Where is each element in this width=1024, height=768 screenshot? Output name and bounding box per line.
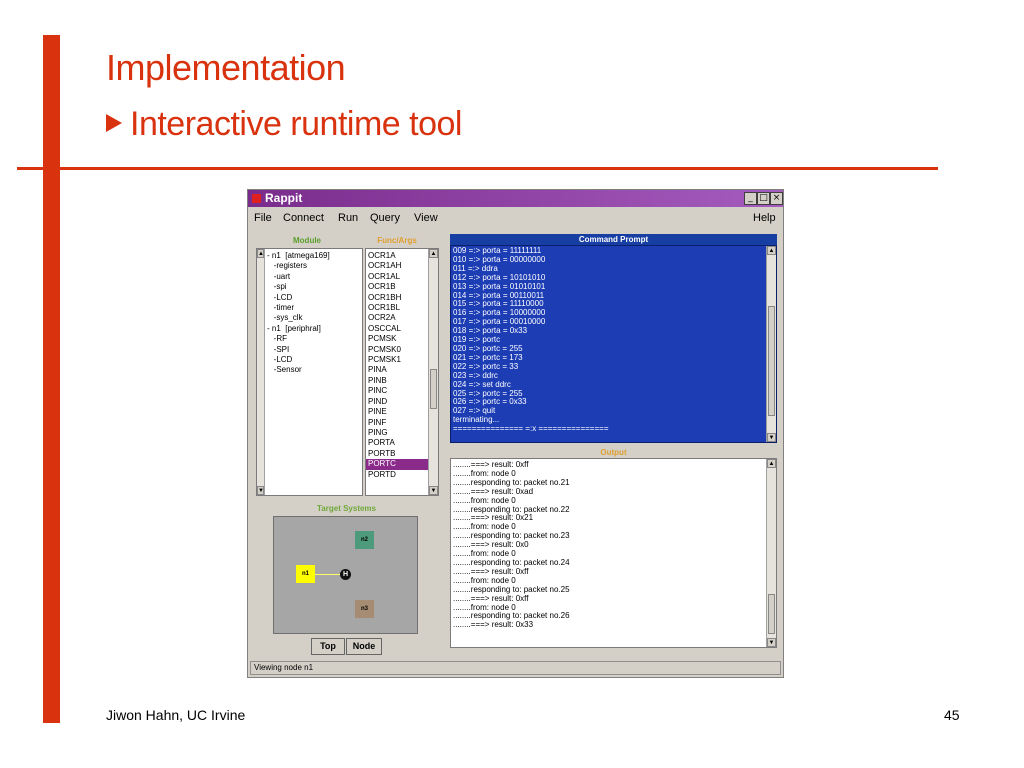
rappit-window: Rappit _ □ × File Connect Run Query View… <box>247 189 784 678</box>
output-scrollbar[interactable]: ▲ ▼ <box>766 459 776 647</box>
command-prompt-console[interactable]: 009 =:> porta = 11111111 010 =:> porta = … <box>450 245 777 443</box>
module-item[interactable]: -LCD <box>267 355 330 365</box>
window-title: Rappit <box>265 191 303 205</box>
output-line: ........===> result: 0x33 <box>453 620 534 630</box>
module-item[interactable]: -registers <box>267 261 330 271</box>
func-item[interactable]: PCMSK <box>366 334 429 344</box>
module-item[interactable]: - n1 [periphral] <box>267 324 330 334</box>
close-icon[interactable]: × <box>770 192 783 205</box>
func-item-selected[interactable]: PORTC <box>366 459 429 470</box>
menu-query[interactable]: Query <box>370 212 400 224</box>
slide-subtitle: Interactive runtime tool <box>106 104 462 144</box>
func-item[interactable]: PCMSK0 <box>366 345 429 355</box>
scroll-up-icon[interactable]: ▲ <box>767 246 776 255</box>
module-label: Module <box>293 236 321 245</box>
output-label: Output <box>600 448 627 457</box>
func-scrollbar[interactable]: ▲ ▼ <box>428 249 438 495</box>
slide-title: Implementation <box>106 47 346 88</box>
hub-node[interactable]: H <box>340 569 351 580</box>
func-item[interactable]: OCR1AH <box>366 261 429 271</box>
module-item[interactable]: -SPI <box>267 345 330 355</box>
window-titlebar[interactable]: Rappit _ □ × <box>248 190 783 207</box>
module-tree[interactable]: ▲ ▼ - n1 [atmega169] -registers -uart -s… <box>256 248 363 496</box>
scroll-thumb[interactable] <box>430 369 437 409</box>
command-line: 026 =:> portc = 0x33 <box>453 397 527 407</box>
menu-bar: File Connect Run Query View Help <box>248 209 783 227</box>
command-line: 022 =:> portc = 33 <box>453 361 519 371</box>
title-underline <box>17 167 938 170</box>
node-n2[interactable]: n2 <box>355 531 374 549</box>
menu-help[interactable]: Help <box>753 212 776 224</box>
minimize-icon[interactable]: _ <box>744 192 757 205</box>
scroll-up-icon[interactable]: ▲ <box>429 249 438 258</box>
module-item[interactable]: -timer <box>267 303 330 313</box>
footer-author: Jiwon Hahn, UC Irvine <box>106 707 246 723</box>
func-item[interactable]: PINB <box>366 376 429 386</box>
func-item[interactable]: PINA <box>366 365 429 375</box>
scroll-down-icon[interactable]: ▼ <box>429 486 438 495</box>
top-button[interactable]: Top <box>311 638 345 655</box>
scroll-down-icon[interactable]: ▼ <box>257 486 264 495</box>
menu-connect[interactable]: Connect <box>283 212 324 224</box>
command-prompt-header: Command Prompt <box>450 234 777 245</box>
module-item[interactable]: -RF <box>267 334 330 344</box>
func-item[interactable]: OCR1AL <box>366 272 429 282</box>
func-item[interactable]: OCR2A <box>366 313 429 323</box>
module-scrollbar[interactable]: ▲ ▼ <box>257 249 265 495</box>
func-item[interactable]: OSCCAL <box>366 324 429 334</box>
module-item[interactable]: - n1 [atmega169] <box>267 251 330 261</box>
menu-run[interactable]: Run <box>338 212 358 224</box>
scroll-down-icon[interactable]: ▼ <box>767 433 776 442</box>
output-lines: ........===> result: 0xff ........from: n… <box>451 460 766 630</box>
maximize-icon[interactable]: □ <box>757 192 770 205</box>
target-systems-canvas[interactable]: n2 n1 H n3 <box>273 516 418 634</box>
func-item[interactable]: PIND <box>366 397 429 407</box>
menu-view[interactable]: View <box>414 212 438 224</box>
page-number: 45 <box>944 707 960 723</box>
subtitle-text: Interactive runtime tool <box>130 105 462 143</box>
output-console[interactable]: ........===> result: 0xff ........from: n… <box>450 458 777 648</box>
func-list-box[interactable]: OCR1A OCR1AH OCR1AL OCR1B OCR1BH OCR1BL OCR2A O… <box>365 248 439 496</box>
func-item[interactable]: OCR1BH <box>366 293 429 303</box>
func-item[interactable]: OCR1BL <box>366 303 429 313</box>
triangle-bullet-icon <box>106 114 122 132</box>
func-item[interactable]: PCMSK1 <box>366 355 429 365</box>
left-accent-bar <box>43 35 60 723</box>
scroll-up-icon[interactable]: ▲ <box>257 249 264 258</box>
scroll-thumb[interactable] <box>768 306 775 416</box>
module-list: - n1 [atmega169] -registers -uart -spi -… <box>267 251 330 376</box>
func-item[interactable]: PORTD <box>366 470 429 480</box>
node-button[interactable]: Node <box>346 638 382 655</box>
command-line: =============== =:x =============== <box>453 424 609 434</box>
module-item[interactable]: -uart <box>267 272 330 282</box>
scroll-down-icon[interactable]: ▼ <box>767 638 776 647</box>
func-list: OCR1A OCR1AH OCR1AL OCR1B OCR1BH OCR1BL OCR2A O… <box>366 251 429 480</box>
menu-file[interactable]: File <box>254 212 272 224</box>
module-item[interactable]: -sys_clk <box>267 313 330 323</box>
scroll-thumb[interactable] <box>768 594 775 634</box>
command-scrollbar[interactable]: ▲ ▼ <box>766 246 776 442</box>
scroll-up-icon[interactable]: ▲ <box>767 459 776 468</box>
command-line: 010 =:> porta = 00000000 <box>453 254 546 264</box>
module-item[interactable]: -spi <box>267 282 330 292</box>
command-lines: 009 =:> porta = 11111111 010 =:> porta = … <box>451 246 766 434</box>
app-icon <box>252 194 261 203</box>
module-item[interactable]: -LCD <box>267 293 330 303</box>
node-n1[interactable]: n1 <box>296 565 315 583</box>
node-n3[interactable]: n3 <box>355 600 374 618</box>
func-item[interactable]: OCR1B <box>366 282 429 292</box>
module-item[interactable]: -Sensor <box>267 365 330 375</box>
status-bar: Viewing node n1 <box>250 661 781 675</box>
target-systems-label: Target Systems <box>317 504 376 513</box>
func-item[interactable]: PORTB <box>366 449 429 459</box>
func-item[interactable]: PINC <box>366 386 429 396</box>
func-item[interactable]: OCR1A <box>366 251 429 261</box>
func-item[interactable]: PINF <box>366 418 429 428</box>
func-item[interactable]: PORTA <box>366 438 429 448</box>
func-item[interactable]: PING <box>366 428 429 438</box>
func-item[interactable]: PINE <box>366 407 429 417</box>
func-args-label: Func/Args <box>377 236 417 245</box>
